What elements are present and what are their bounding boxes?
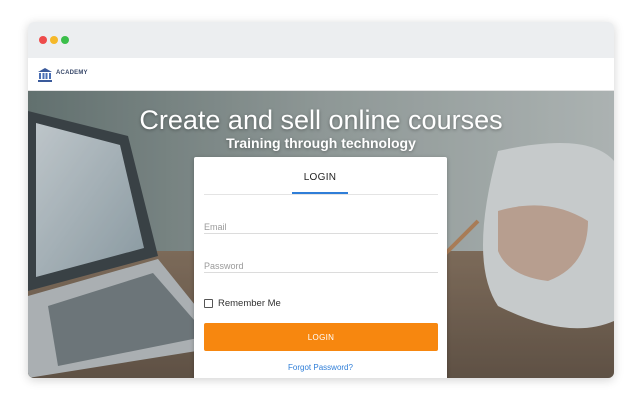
hero-headline: Create and sell online courses	[139, 105, 503, 135]
login-button[interactable]: LOGIN	[204, 323, 438, 351]
site-navbar: ACADEMY	[28, 58, 614, 91]
remember-me-checkbox[interactable]	[204, 298, 213, 308]
minimize-window-button[interactable]	[50, 36, 58, 44]
email-field[interactable]	[204, 220, 438, 234]
browser-window: ACADEMY Create and sell online courses T…	[28, 22, 614, 378]
academy-building-icon[interactable]	[37, 67, 53, 83]
password-field[interactable]	[204, 259, 438, 273]
hero-section: Create and sell online courses Training …	[28, 91, 614, 378]
remember-me-label: Remember Me	[218, 297, 281, 309]
remember-me-option[interactable]: Remember Me	[204, 297, 281, 309]
close-window-button[interactable]	[39, 36, 47, 44]
hero-subheadline: Training through technology	[226, 135, 416, 151]
maximize-window-button[interactable]	[61, 36, 69, 44]
tab-login[interactable]: LOGIN	[292, 172, 348, 191]
tab-divider	[204, 194, 438, 195]
forgot-password-link[interactable]: Forgot Password?	[194, 363, 447, 372]
brand-name[interactable]: ACADEMY	[56, 70, 88, 76]
login-card: LOGIN Remember Me LOGIN Forgot Password?	[194, 157, 447, 378]
window-titlebar	[28, 22, 614, 58]
